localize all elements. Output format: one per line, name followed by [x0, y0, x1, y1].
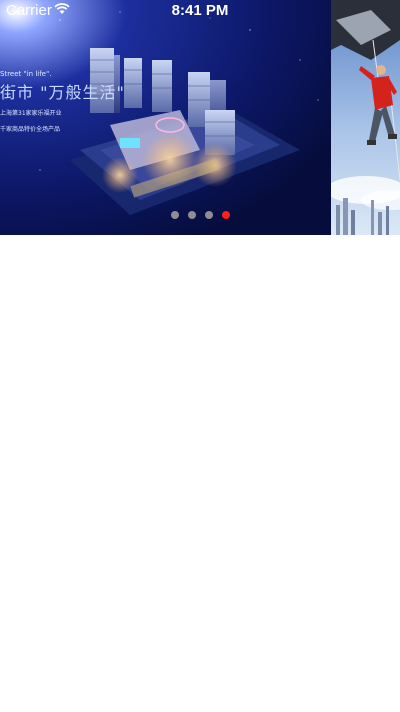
banner-slide-climber[interactable]	[331, 0, 400, 235]
content-area	[0, 235, 400, 712]
banner-carousel[interactable]: Street "in life". 街市 "万般生活" 上海第31家家乐福开业 …	[0, 0, 400, 235]
clock-time: 8:41 PM	[171, 2, 229, 19]
banner-slide-city[interactable]	[0, 0, 331, 235]
page-dot[interactable]	[188, 211, 196, 219]
banner-ad-subtitle: Street "in life".	[0, 70, 52, 78]
page-indicator[interactable]	[171, 211, 230, 219]
banner-ad-line-1: 上海第31家家乐福开业	[0, 110, 62, 117]
banner-ad-title: 街市 "万般生活"	[0, 83, 125, 102]
page-dot[interactable]	[171, 211, 179, 219]
status-bar: Carrier 8:41 PM	[0, 0, 400, 22]
banner-ad-line-2: 千家商品特价全场产品	[0, 126, 61, 133]
page-dot[interactable]	[205, 211, 213, 219]
page-dot-active[interactable]	[222, 211, 230, 219]
app-screen: Street "in life". 街市 "万般生活" 上海第31家家乐福开业 …	[0, 0, 400, 712]
